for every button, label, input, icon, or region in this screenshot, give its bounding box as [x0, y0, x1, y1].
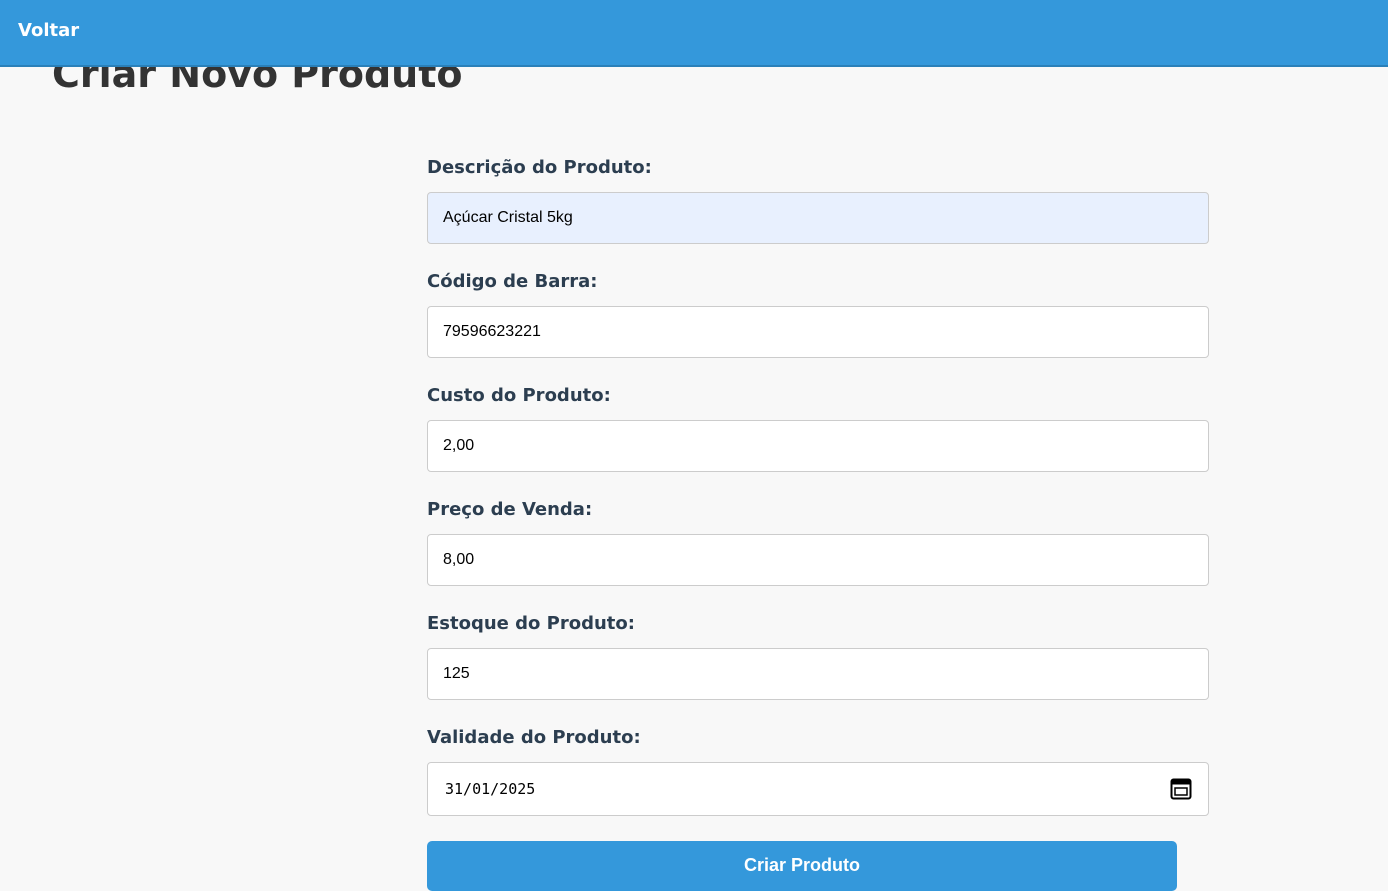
cost-input[interactable] — [427, 420, 1209, 472]
back-link[interactable]: Voltar — [18, 20, 79, 41]
create-product-button[interactable]: Criar Produto — [427, 841, 1177, 891]
barcode-input[interactable] — [427, 306, 1209, 358]
create-product-form: Descrição do Produto: Código de Barra: C… — [427, 155, 1209, 839]
barcode-field-group: Código de Barra: — [427, 269, 1209, 383]
price-input[interactable] — [427, 534, 1209, 586]
expiry-field-group: Validade do Produto: 31/01/2025 — [427, 725, 1209, 839]
description-input[interactable] — [427, 192, 1209, 244]
price-field-group: Preço de Venda: — [427, 497, 1209, 611]
stock-field-group: Estoque do Produto: — [427, 611, 1209, 725]
price-label: Preço de Venda: — [427, 499, 593, 520]
expiry-date-value[interactable]: 31/01/2025 — [445, 780, 535, 798]
expiry-date-input[interactable]: 31/01/2025 — [427, 762, 1209, 816]
calendar-icon[interactable] — [1170, 778, 1192, 800]
cost-label: Custo do Produto: — [427, 385, 611, 406]
description-label: Descrição do Produto: — [427, 157, 652, 178]
barcode-label: Código de Barra: — [427, 271, 598, 292]
expiry-label: Validade do Produto: — [427, 727, 641, 748]
cost-field-group: Custo do Produto: — [427, 383, 1209, 497]
description-field-group: Descrição do Produto: — [427, 155, 1209, 269]
stock-input[interactable] — [427, 648, 1209, 700]
stock-label: Estoque do Produto: — [427, 613, 635, 634]
top-navbar: Voltar — [0, 0, 1388, 67]
